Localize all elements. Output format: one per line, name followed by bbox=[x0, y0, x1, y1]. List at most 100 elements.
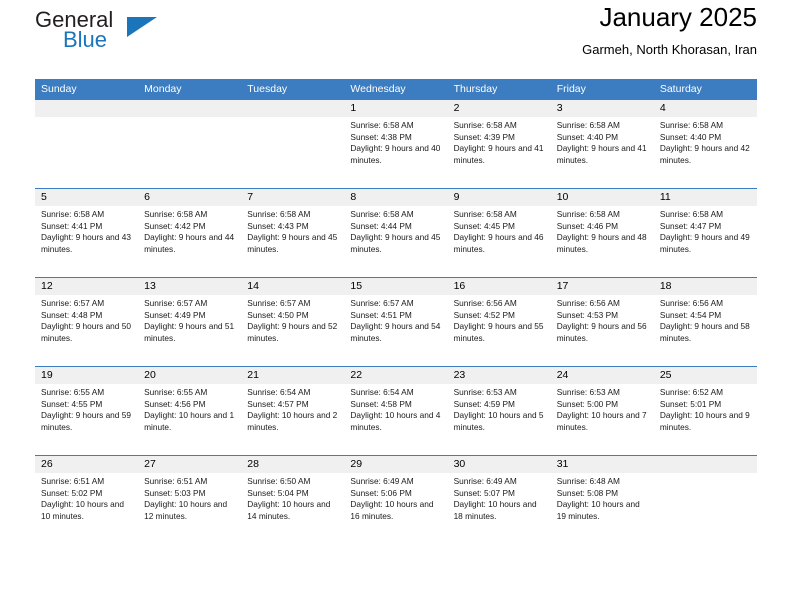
sunrise-text: Sunrise: 6:51 AM bbox=[144, 476, 208, 486]
day-number: 24 bbox=[550, 367, 654, 384]
calendar-body: 1 Sunrise: 6:58 AM Sunset: 4:38 PM Daylight… bbox=[35, 99, 757, 545]
day-number bbox=[138, 100, 242, 117]
sunrise-text: Sunrise: 6:57 AM bbox=[247, 298, 311, 308]
page-header: General Blue January 2025 Garmeh, North … bbox=[35, 0, 757, 72]
calendar-day-cell[interactable]: 28 Sunrise: 6:50 AM Sunset: 5:04 PM Dayligh… bbox=[241, 455, 345, 545]
calendar-day-cell[interactable]: 4 Sunrise: 6:58 AM Sunset: 4:40 PM Daylight… bbox=[653, 99, 757, 189]
calendar-day-cell[interactable]: 29 Sunrise: 6:49 AM Sunset: 5:06 PM Dayligh… bbox=[344, 455, 448, 545]
day-number: 2 bbox=[447, 100, 551, 117]
day-details: Sunrise: 6:51 AM Sunset: 5:03 PM Daylight:… bbox=[138, 473, 241, 522]
daylight-text: Daylight: 10 hours and 16 minutes. bbox=[350, 499, 434, 521]
weekday-header-saturday: Saturday bbox=[653, 79, 757, 100]
sunset-text: Sunset: 4:52 PM bbox=[453, 309, 515, 320]
calendar-day-cell[interactable]: 9 Sunrise: 6:58 AM Sunset: 4:45 PM Daylight… bbox=[447, 188, 551, 278]
calendar-day-cell[interactable]: 22 Sunrise: 6:54 AM Sunset: 4:58 PM Dayligh… bbox=[344, 366, 448, 456]
calendar-day-cell[interactable]: 15 Sunrise: 6:57 AM Sunset: 4:51 PM Dayligh… bbox=[344, 277, 448, 367]
day-details: Sunrise: 6:57 AM Sunset: 4:48 PM Daylight:… bbox=[35, 295, 138, 344]
calendar-day-cell[interactable]: 7 Sunrise: 6:58 AM Sunset: 4:43 PM Daylight… bbox=[241, 188, 345, 278]
daylight-text: Daylight: 10 hours and 5 minutes. bbox=[453, 410, 544, 432]
weekday-header: Sunday Monday Tuesday Wednesday Thursday Frid… bbox=[35, 79, 757, 100]
calendar-day-cell[interactable]: 14 Sunrise: 6:57 AM Sunset: 4:50 PM Dayligh… bbox=[241, 277, 345, 367]
calendar-day-cell[interactable]: 20 Sunrise: 6:55 AM Sunset: 4:56 PM Dayligh… bbox=[138, 366, 242, 456]
day-details: Sunrise: 6:58 AM Sunset: 4:40 PM Daylight:… bbox=[654, 117, 757, 166]
calendar-day-cell[interactable]: 5 Sunrise: 6:58 AM Sunset: 4:41 PM Daylight… bbox=[35, 188, 139, 278]
sunrise-text: Sunrise: 6:49 AM bbox=[453, 476, 517, 486]
calendar-day-cell[interactable]: 16 Sunrise: 6:56 AM Sunset: 4:52 PM Dayligh… bbox=[447, 277, 551, 367]
day-number: 20 bbox=[138, 367, 242, 384]
day-number: 5 bbox=[35, 189, 139, 206]
calendar-day-cell[interactable]: 19 Sunrise: 6:55 AM Sunset: 4:55 PM Dayligh… bbox=[35, 366, 139, 456]
sunrise-text: Sunrise: 6:58 AM bbox=[350, 209, 414, 219]
calendar-day-cell[interactable]: 13 Sunrise: 6:57 AM Sunset: 4:49 PM Dayligh… bbox=[138, 277, 242, 367]
calendar-day-cell[interactable]: 23 Sunrise: 6:53 AM Sunset: 4:59 PM Dayligh… bbox=[447, 366, 551, 456]
calendar-cell-empty bbox=[241, 99, 345, 189]
sunset-text: Sunset: 4:45 PM bbox=[453, 220, 515, 231]
daylight-text: Daylight: 9 hours and 41 minutes. bbox=[556, 143, 647, 165]
calendar-cell-empty bbox=[138, 99, 242, 189]
sunrise-text: Sunrise: 6:52 AM bbox=[659, 387, 724, 397]
daylight-text: Daylight: 10 hours and 9 minutes. bbox=[659, 410, 750, 432]
daylight-text: Daylight: 10 hours and 1 minute. bbox=[144, 410, 235, 432]
day-number: 27 bbox=[138, 456, 242, 473]
calendar-table: Sunday Monday Tuesday Wednesday Thursday Frid… bbox=[35, 79, 757, 545]
day-details: Sunrise: 6:52 AM Sunset: 5:01 PM Daylight:… bbox=[654, 384, 757, 433]
calendar-day-cell[interactable]: 21 Sunrise: 6:54 AM Sunset: 4:57 PM Dayligh… bbox=[241, 366, 345, 456]
sunset-text: Sunset: 4:51 PM bbox=[350, 309, 412, 320]
calendar-day-cell[interactable]: 1 Sunrise: 6:58 AM Sunset: 4:38 PM Daylight… bbox=[344, 99, 448, 189]
calendar-day-cell[interactable]: 8 Sunrise: 6:58 AM Sunset: 4:44 PM Daylight… bbox=[344, 188, 448, 278]
weekday-header-friday: Friday bbox=[550, 79, 654, 100]
day-number: 8 bbox=[344, 189, 448, 206]
general-blue-logo[interactable]: General Blue bbox=[35, 8, 235, 64]
day-number: 23 bbox=[447, 367, 551, 384]
sunset-text: Sunset: 4:55 PM bbox=[41, 398, 103, 409]
day-details: Sunrise: 6:58 AM Sunset: 4:43 PM Daylight:… bbox=[241, 206, 344, 255]
day-details: Sunrise: 6:57 AM Sunset: 4:49 PM Daylight:… bbox=[138, 295, 241, 344]
sunset-text: Sunset: 4:49 PM bbox=[144, 309, 206, 320]
sunrise-text: Sunrise: 6:58 AM bbox=[247, 209, 311, 219]
sunrise-text: Sunrise: 6:56 AM bbox=[556, 298, 620, 308]
day-number: 17 bbox=[550, 278, 654, 295]
calendar-cell-empty bbox=[653, 455, 757, 545]
daylight-text: Daylight: 9 hours and 46 minutes. bbox=[453, 232, 544, 254]
calendar-day-cell[interactable]: 26 Sunrise: 6:51 AM Sunset: 5:02 PM Dayligh… bbox=[35, 455, 139, 545]
daylight-text: Daylight: 9 hours and 49 minutes. bbox=[659, 232, 750, 254]
calendar-header-row: Sunday Monday Tuesday Wednesday Thursday Frid… bbox=[35, 79, 757, 100]
calendar-day-cell[interactable]: 31 Sunrise: 6:48 AM Sunset: 5:08 PM Dayligh… bbox=[550, 455, 654, 545]
day-number: 3 bbox=[550, 100, 654, 117]
calendar-day-cell[interactable]: 30 Sunrise: 6:49 AM Sunset: 5:07 PM Dayligh… bbox=[447, 455, 551, 545]
weekday-header-thursday: Thursday bbox=[447, 79, 551, 100]
calendar-day-cell[interactable]: 3 Sunrise: 6:58 AM Sunset: 4:40 PM Daylight… bbox=[550, 99, 654, 189]
daylight-text: Daylight: 9 hours and 41 minutes. bbox=[453, 143, 544, 165]
daylight-text: Daylight: 9 hours and 50 minutes. bbox=[41, 321, 131, 343]
calendar-page: General Blue January 2025 Garmeh, North … bbox=[0, 0, 792, 612]
sunset-text: Sunset: 5:01 PM bbox=[659, 398, 722, 409]
day-number: 26 bbox=[35, 456, 139, 473]
calendar-day-cell[interactable]: 6 Sunrise: 6:58 AM Sunset: 4:42 PM Daylight… bbox=[138, 188, 242, 278]
calendar-day-cell[interactable]: 11 Sunrise: 6:58 AM Sunset: 4:47 PM Dayligh… bbox=[653, 188, 757, 278]
day-details: Sunrise: 6:58 AM Sunset: 4:42 PM Daylight:… bbox=[138, 206, 241, 255]
calendar-day-cell[interactable]: 27 Sunrise: 6:51 AM Sunset: 5:03 PM Dayligh… bbox=[138, 455, 242, 545]
calendar-day-cell[interactable]: 17 Sunrise: 6:56 AM Sunset: 4:53 PM Dayligh… bbox=[550, 277, 654, 367]
sunrise-text: Sunrise: 6:53 AM bbox=[556, 387, 620, 397]
day-details: Sunrise: 6:49 AM Sunset: 5:06 PM Daylight:… bbox=[344, 473, 447, 522]
day-details: Sunrise: 6:54 AM Sunset: 4:58 PM Daylight:… bbox=[344, 384, 447, 433]
sunset-text: Sunset: 4:59 PM bbox=[453, 398, 515, 409]
sunset-text: Sunset: 4:56 PM bbox=[144, 398, 206, 409]
day-number: 1 bbox=[344, 100, 448, 117]
calendar-day-cell[interactable]: 2 Sunrise: 6:58 AM Sunset: 4:39 PM Daylight… bbox=[447, 99, 551, 189]
calendar-day-cell[interactable]: 10 Sunrise: 6:58 AM Sunset: 4:46 PM Dayligh… bbox=[550, 188, 654, 278]
daylight-text: Daylight: 9 hours and 56 minutes. bbox=[556, 321, 647, 343]
sunset-text: Sunset: 4:50 PM bbox=[247, 309, 309, 320]
calendar-day-cell[interactable]: 12 Sunrise: 6:57 AM Sunset: 4:48 PM Dayligh… bbox=[35, 277, 139, 367]
calendar-week-row: 5 Sunrise: 6:58 AM Sunset: 4:41 PM Daylight… bbox=[35, 188, 757, 278]
sunrise-text: Sunrise: 6:58 AM bbox=[659, 209, 724, 219]
calendar-day-cell[interactable]: 24 Sunrise: 6:53 AM Sunset: 5:00 PM Dayligh… bbox=[550, 366, 654, 456]
calendar-day-cell[interactable]: 25 Sunrise: 6:52 AM Sunset: 5:01 PM Dayligh… bbox=[653, 366, 757, 456]
calendar-cell-empty bbox=[35, 99, 139, 189]
day-number bbox=[35, 100, 139, 117]
day-details: Sunrise: 6:49 AM Sunset: 5:07 PM Daylight:… bbox=[448, 473, 551, 522]
calendar-day-cell[interactable]: 18 Sunrise: 6:56 AM Sunset: 4:54 PM Dayligh… bbox=[653, 277, 757, 367]
sunset-text: Sunset: 4:40 PM bbox=[556, 131, 619, 142]
sunrise-text: Sunrise: 6:58 AM bbox=[556, 209, 620, 219]
sunrise-text: Sunrise: 6:58 AM bbox=[41, 209, 105, 219]
